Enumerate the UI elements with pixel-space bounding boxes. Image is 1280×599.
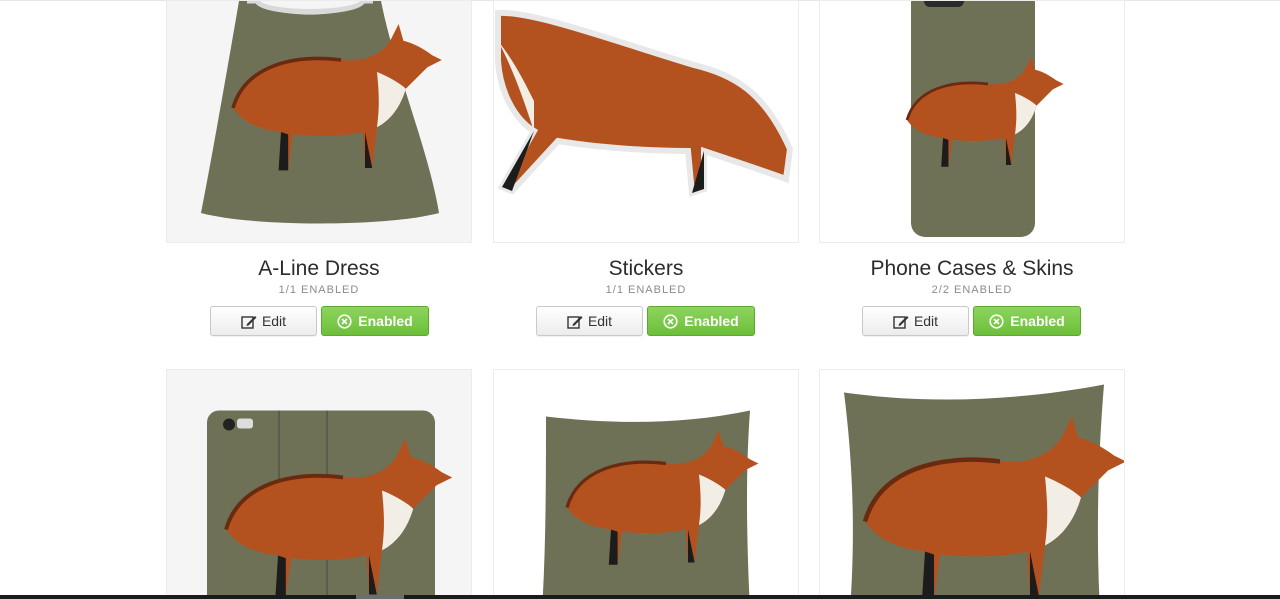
enabled-count: 2/2 ENABLED [931,284,1013,296]
circle-x-icon [989,313,1004,329]
enabled-count: 1/1 ENABLED [605,284,687,296]
edit-icon [567,314,583,329]
phone-wallet-thumbnail[interactable] [166,369,472,599]
floor-pillow-image [844,384,1124,598]
enabled-label: Enabled [358,313,413,329]
enabled-count: 1/1 ENABLED [278,284,360,296]
scroll-thumb[interactable] [356,595,404,599]
product-title: A-Line Dress [258,257,380,280]
edit-button[interactable]: Edit [210,306,317,336]
circle-x-icon [663,313,678,329]
edit-label: Edit [913,313,939,329]
product-title: Stickers [608,257,684,280]
a-line-dress-thumbnail[interactable] [166,0,472,243]
edit-button[interactable]: Edit [536,306,643,336]
throw-pillow-thumbnail[interactable] [493,369,799,599]
enabled-toggle-button[interactable]: Enabled [321,306,429,336]
stickers-image [495,9,794,198]
edit-label: Edit [261,313,287,329]
throw-pillow-image [542,410,761,598]
enabled-label: Enabled [684,313,739,329]
phone-cases-thumbnail[interactable] [819,0,1125,243]
circle-x-icon [337,313,352,329]
enabled-label: Enabled [1010,313,1065,329]
edit-button[interactable]: Edit [862,306,969,336]
phone-wallet-image [207,410,455,598]
phone-case-image [905,1,1065,237]
edit-icon [893,314,909,329]
bottom-scroll-bar[interactable] [0,595,1280,599]
enabled-toggle-button[interactable]: Enabled [973,306,1081,336]
edit-label: Edit [587,313,613,329]
stickers-thumbnail[interactable] [493,0,799,243]
enabled-toggle-button[interactable]: Enabled [647,306,755,336]
edit-icon [241,314,257,329]
product-title: Phone Cases & Skins [870,257,1074,280]
floor-pillow-thumbnail[interactable] [819,369,1125,599]
a-line-dress-image [201,1,444,224]
